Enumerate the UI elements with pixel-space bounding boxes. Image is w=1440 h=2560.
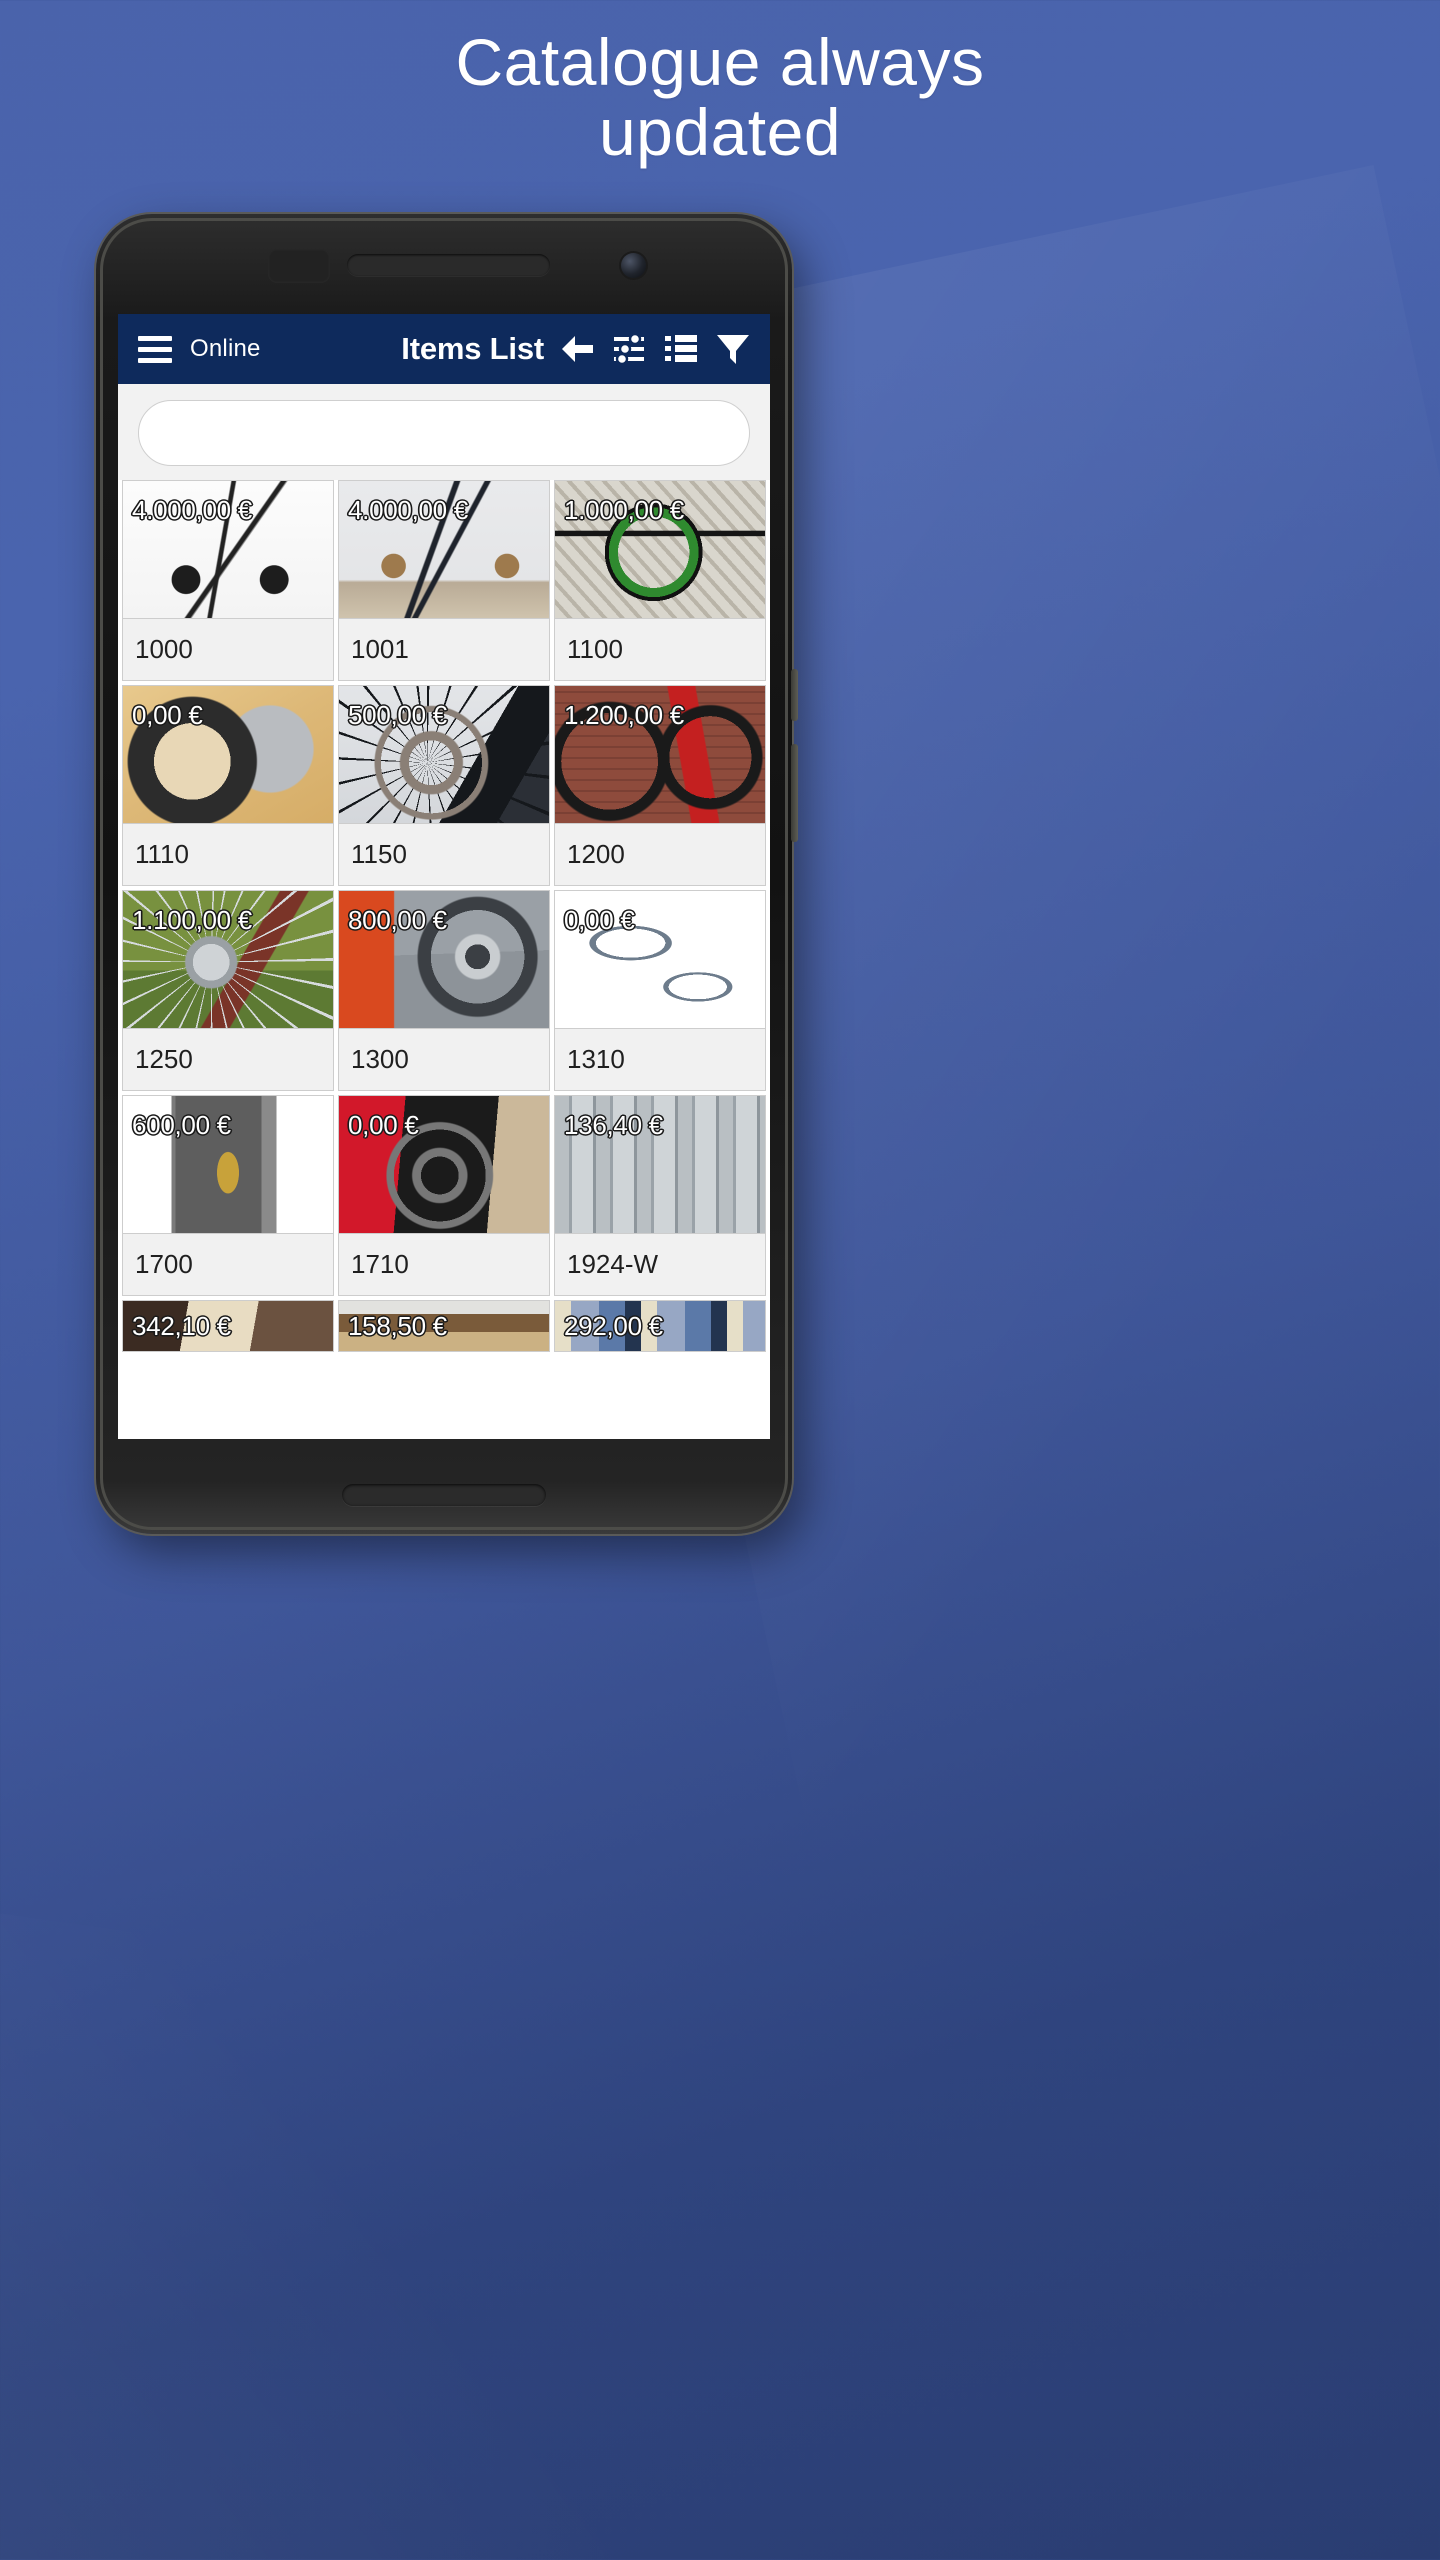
sliders-settings-icon[interactable] (610, 330, 648, 368)
item-card[interactable]: 0,00 € 1110 (122, 685, 334, 886)
item-code: 1000 (123, 618, 333, 680)
connection-status-label: Online (190, 335, 261, 362)
item-price: 1.200,00 € (563, 699, 685, 731)
item-image: 4.000,00 € (339, 481, 549, 618)
item-code: 1310 (555, 1028, 765, 1090)
items-grid-row: 1.100,00 € 1250 800,00 € 1300 0,00 € 131… (120, 890, 768, 1095)
item-code: 1100 (555, 618, 765, 680)
item-price: 136,40 € (563, 1109, 664, 1141)
item-card[interactable]: 0,00 € 1710 (338, 1095, 550, 1296)
item-card[interactable]: 800,00 € 1300 (338, 890, 550, 1091)
items-grid: 4.000,00 € 1000 4.000,00 € 1001 1.000,00… (118, 480, 770, 1352)
app-bar: Online Items List (118, 314, 770, 384)
item-image: 136,40 € (555, 1096, 765, 1233)
app-bar-title: Items List (401, 331, 544, 366)
item-price: 0,00 € (131, 699, 203, 731)
item-code: 1200 (555, 823, 765, 885)
search-input[interactable] (138, 400, 750, 466)
item-image: 1.000,00 € (555, 481, 765, 618)
proximity-sensor-icon (268, 249, 330, 283)
item-image: 1.100,00 € (123, 891, 333, 1028)
item-image: 500,00 € (339, 686, 549, 823)
item-image: 600,00 € (123, 1096, 333, 1233)
item-code: 1924-W (555, 1233, 765, 1295)
item-price: 500,00 € (347, 699, 448, 731)
item-image: 292,00 € (555, 1301, 765, 1351)
phone-mockup: Online Items List 4.000,00 € 1000 4.000,… (96, 214, 798, 1534)
item-image: 0,00 € (555, 891, 765, 1028)
filter-funnel-icon[interactable] (714, 330, 752, 368)
item-card[interactable]: 1.200,00 € 1200 (554, 685, 766, 886)
earpiece-speaker-icon (347, 254, 550, 276)
power-button[interactable] (791, 669, 798, 721)
search-zone (118, 384, 770, 480)
items-grid-row: 4.000,00 € 1000 4.000,00 € 1001 1.000,00… (120, 480, 768, 685)
item-code: 1300 (339, 1028, 549, 1090)
item-card[interactable]: 600,00 € 1700 (122, 1095, 334, 1296)
headline-line-1: Catalogue always (455, 25, 985, 99)
item-price: 292,00 € (563, 1310, 664, 1342)
front-camera-icon (621, 253, 646, 278)
item-card[interactable]: 136,40 € 1924-W (554, 1095, 766, 1296)
item-code: 1110 (123, 823, 333, 885)
item-image: 342,10 € (123, 1301, 333, 1351)
list-view-icon[interactable] (662, 330, 700, 368)
item-card[interactable]: 342,10 € (122, 1300, 334, 1352)
item-price: 0,00 € (563, 904, 635, 936)
item-image: 800,00 € (339, 891, 549, 1028)
item-price: 0,00 € (347, 1109, 419, 1141)
item-price: 158,50 € (347, 1310, 448, 1342)
item-price: 600,00 € (131, 1109, 232, 1141)
items-grid-row: 342,10 € 158,50 € 292,00 € (120, 1300, 768, 1352)
item-card[interactable]: 1.000,00 € 1100 (554, 480, 766, 681)
phone-screen: Online Items List 4.000,00 € 1000 4.000,… (118, 314, 770, 1439)
back-arrow-icon[interactable] (558, 330, 596, 368)
page-title: Catalogue always updated (0, 25, 1440, 169)
item-card[interactable]: 0,00 € 1310 (554, 890, 766, 1091)
item-card[interactable]: 158,50 € (338, 1300, 550, 1352)
item-code: 1700 (123, 1233, 333, 1295)
headline-line-2: updated (598, 94, 842, 169)
item-code: 1001 (339, 618, 549, 680)
item-price: 4.000,00 € (131, 494, 253, 526)
volume-button[interactable] (791, 744, 798, 842)
item-price: 342,10 € (131, 1310, 232, 1342)
item-price: 4.000,00 € (347, 494, 469, 526)
item-card[interactable]: 1.100,00 € 1250 (122, 890, 334, 1091)
item-image: 0,00 € (339, 1096, 549, 1233)
item-code: 1150 (339, 823, 549, 885)
item-image: 4.000,00 € (123, 481, 333, 618)
item-price: 800,00 € (347, 904, 448, 936)
item-card[interactable]: 292,00 € (554, 1300, 766, 1352)
item-card[interactable]: 500,00 € 1150 (338, 685, 550, 886)
item-image: 0,00 € (123, 686, 333, 823)
item-card[interactable]: 4.000,00 € 1000 (122, 480, 334, 681)
phone-top-hardware (96, 240, 792, 296)
background-sheen-left (0, 1894, 858, 2560)
app-bar-actions (558, 330, 752, 368)
items-grid-row: 0,00 € 1110 500,00 € 1150 1.200,00 € 120… (120, 685, 768, 890)
item-price: 1.100,00 € (131, 904, 253, 936)
hamburger-menu-icon[interactable] (138, 335, 172, 363)
item-code: 1250 (123, 1028, 333, 1090)
item-image: 1.200,00 € (555, 686, 765, 823)
items-grid-row: 600,00 € 1700 0,00 € 1710 136,40 € 1924-… (120, 1095, 768, 1300)
home-button[interactable] (342, 1484, 546, 1506)
item-code: 1710 (339, 1233, 549, 1295)
item-image: 158,50 € (339, 1301, 549, 1351)
item-card[interactable]: 4.000,00 € 1001 (338, 480, 550, 681)
item-price: 1.000,00 € (563, 494, 685, 526)
